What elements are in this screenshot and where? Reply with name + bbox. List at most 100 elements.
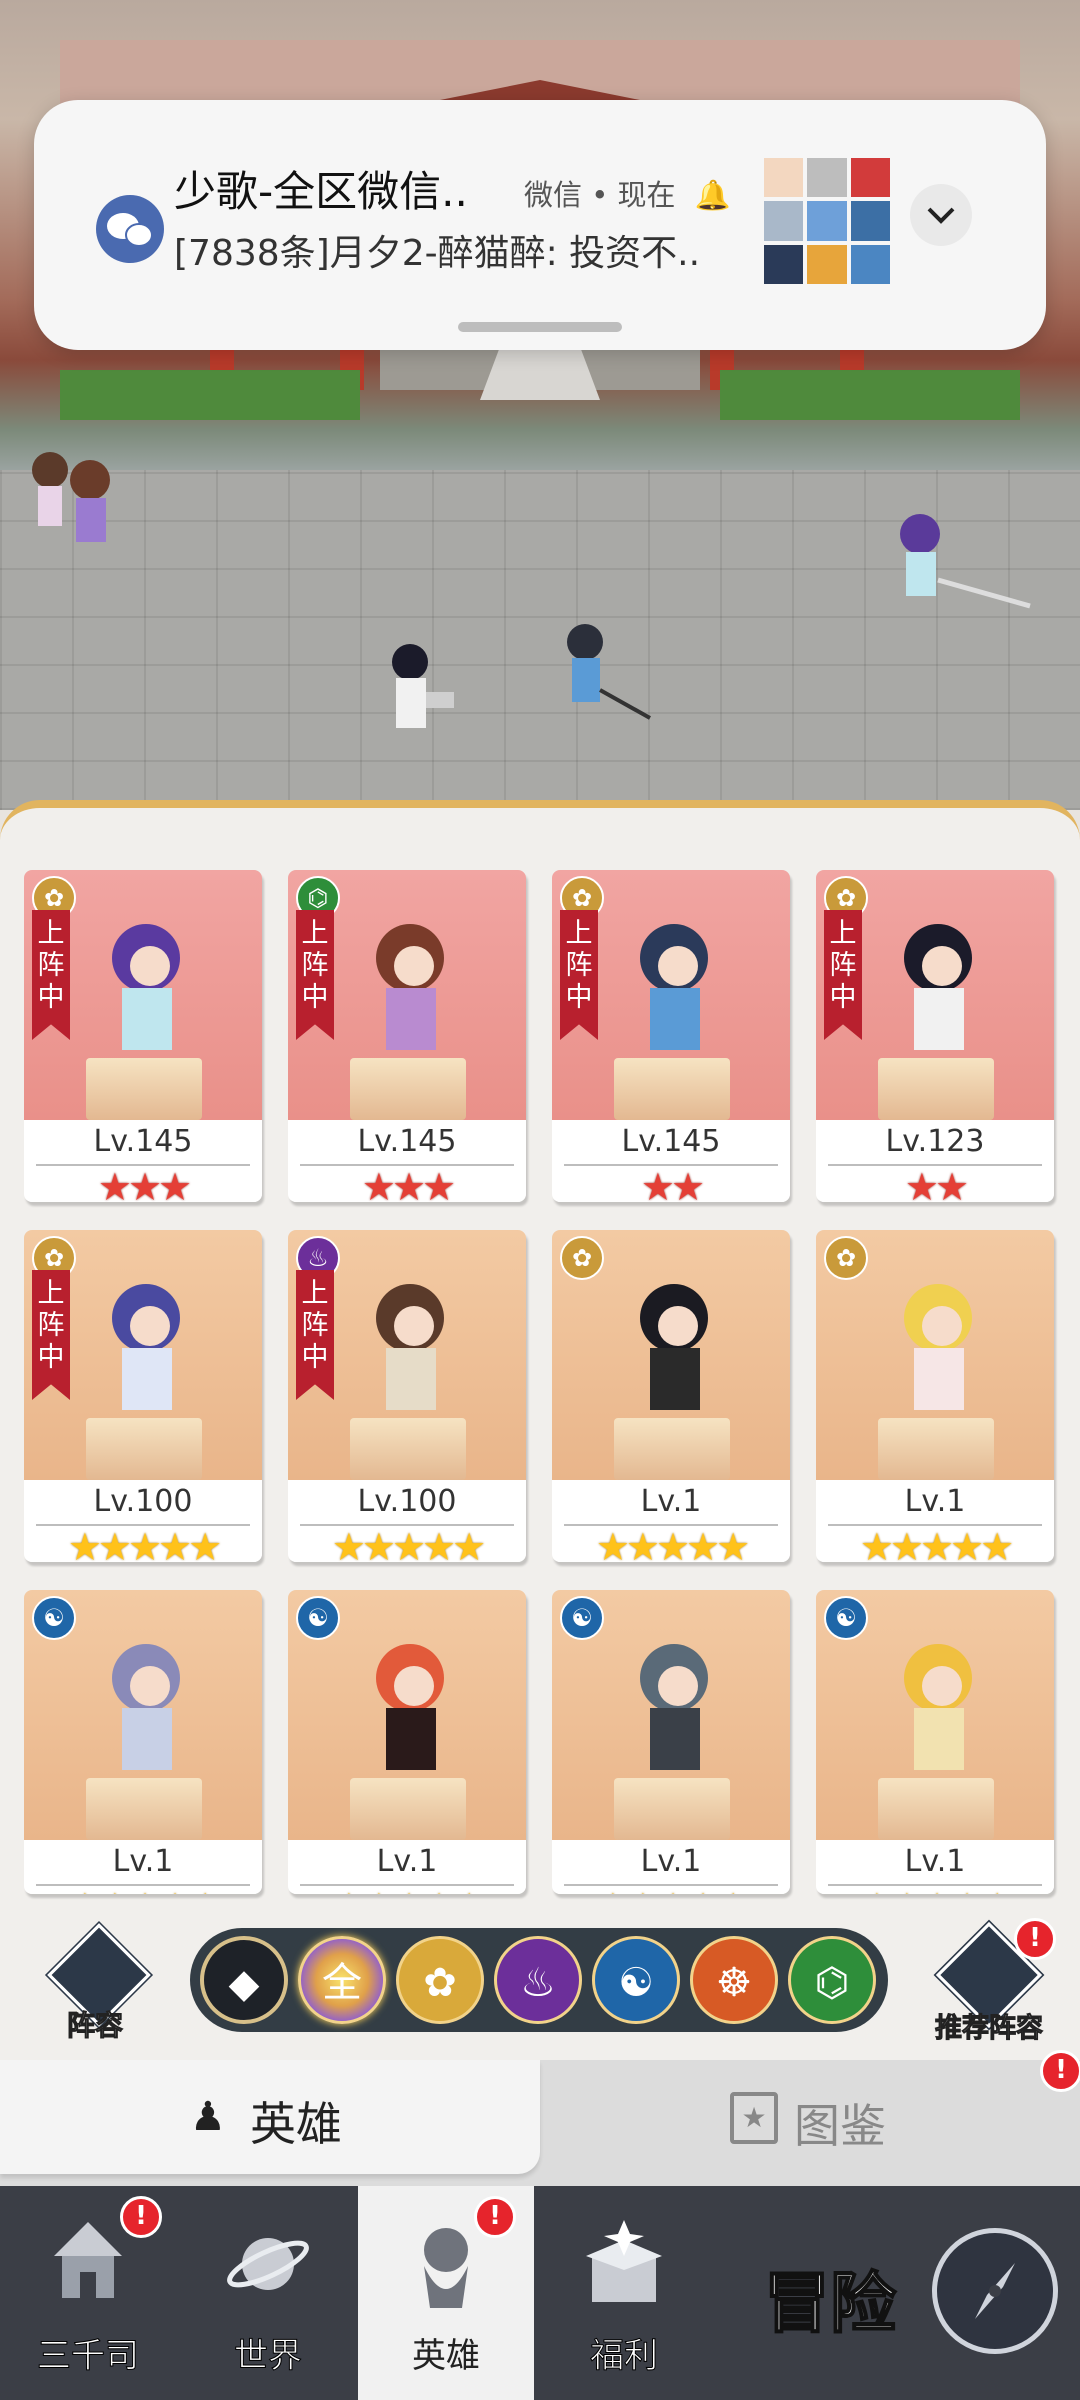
tank-filter-icon[interactable]: ◆	[200, 1936, 288, 2024]
recommend-lineup-label: 推荐阵容	[935, 2013, 1044, 2045]
planet-icon	[227, 2238, 309, 2290]
hero-card[interactable]: ☯ Lv.1 ★★★★★	[816, 1590, 1054, 1894]
hero-card[interactable]: ✿ 上 阵 中 Lv.145 ★★	[552, 870, 790, 1202]
star-rating-icon: ★★★★★	[331, 1525, 486, 1562]
hero-level: Lv.1	[904, 1484, 966, 1519]
tab-codex[interactable]: ★ 图鉴 !	[540, 2050, 1080, 2174]
hero-card-portrait-area: ☯	[816, 1590, 1054, 1840]
star-rating-icon: ★★	[640, 1165, 705, 1202]
hero-card[interactable]: ✿ 上 阵 中 Lv.123 ★★	[816, 870, 1054, 1202]
hero-sprite-left-group	[32, 452, 110, 542]
hero-card-portrait-area: ☯	[24, 1590, 262, 1840]
lotus-faction-icon: ✿	[824, 1236, 868, 1280]
hero-level: Lv.100	[357, 1484, 457, 1519]
wechat-icon	[96, 195, 164, 263]
star-rating-icon: ★★★★★	[288, 1888, 526, 1894]
tab-codex-label: 图鉴	[794, 2099, 886, 2153]
hero-silhouette-icon	[424, 2228, 468, 2308]
hero-card[interactable]: ☯ Lv.1 ★★★★★	[24, 1590, 262, 1894]
helix-filter-icon[interactable]: ⌬	[788, 1936, 876, 2024]
hero-card-portrait-area: ✿ 上 阵 中	[816, 870, 1054, 1120]
star-rating-icon: ★★	[904, 1165, 969, 1202]
meditation-filter-icon[interactable]: ☸	[690, 1936, 778, 2024]
star-rating-icon: ★★★	[361, 1165, 456, 1202]
deployed-ribbon: 上 阵 中	[32, 1270, 70, 1400]
all-filter-icon[interactable]: 全	[298, 1936, 386, 2024]
nav-item-heroes[interactable]: ! 英雄	[358, 2186, 534, 2400]
hero-card-portrait-area: ♨ 上 阵 中	[288, 1230, 526, 1480]
deployed-ribbon: 上 阵 中	[296, 1270, 334, 1400]
lineup-button[interactable]: 阵容	[40, 1923, 151, 2046]
notification-handle[interactable]	[458, 322, 622, 332]
lotus-filter-icon[interactable]: ✿	[396, 1936, 484, 2024]
notification-source-time: 微信 • 现在	[524, 178, 676, 212]
hero-card[interactable]: ☯ Lv.1 ★★★★★	[288, 1590, 526, 1894]
adventure-button[interactable]: 冒险	[714, 2186, 1080, 2400]
hero-level: Lv.145	[621, 1124, 721, 1159]
nav-label: 世界	[234, 2336, 303, 2377]
hero-level: Lv.1	[640, 1484, 702, 1519]
compass-icon	[932, 2228, 1058, 2354]
deployed-ribbon: 上 阵 中	[824, 910, 862, 1040]
star-rating-icon: ★★★	[97, 1165, 192, 1202]
hero-level: Lv.1	[376, 1844, 438, 1879]
flame-filter-icon[interactable]: ♨	[494, 1936, 582, 2024]
hero-card-portrait-area: ✿	[816, 1230, 1054, 1480]
hero-panel: ✿ 上 阵 中 Lv.145 ★★★ ⌬ 上 阵 中 Lv.145 ★★★ ✿ 上 阵 中 Lv.1…	[0, 800, 1080, 1908]
hero-sprite-blue-swordsman	[567, 624, 651, 720]
hero-card-portrait-area: ✿ 上 阵 中	[552, 870, 790, 1120]
nav-label: 三千司	[37, 2336, 140, 2377]
gift-box-icon	[586, 2220, 662, 2302]
hero-card-portrait-area: ✿	[552, 1230, 790, 1480]
nav-item-welfare[interactable]: 福利	[536, 2186, 712, 2400]
star-rating-icon: ★★★★★	[552, 1888, 790, 1894]
tab-heroes[interactable]: ♟ 英雄	[0, 2060, 540, 2174]
recommend-lineup-button[interactable]: 推荐阵容 !	[924, 1918, 1056, 2050]
deployed-ribbon: 上 阵 中	[32, 910, 70, 1040]
nav-item-world[interactable]: 世界	[180, 2186, 356, 2400]
notification-banner[interactable]: 少歌-全区微信.. 微信 • 现在 🔔 [7838条]月夕2-醉猫醉: 投资不.…	[34, 100, 1046, 350]
pagoda-icon	[54, 2222, 122, 2298]
hero-card-portrait-area: ☯	[552, 1590, 790, 1840]
hero-card[interactable]: ✿ Lv.1 ★★★★★	[552, 1230, 790, 1562]
taiji-faction-icon: ☯	[32, 1596, 76, 1640]
codex-tab-icon: ★	[730, 2092, 778, 2144]
alert-badge-icon: !	[474, 2196, 516, 2238]
star-rating-icon: ★★★★★	[24, 1888, 262, 1894]
notification-body: [7838条]月夕2-醉猫醉: 投资不..	[174, 233, 701, 274]
nav-item-sanqiansi[interactable]: ! 三千司	[0, 2186, 176, 2400]
bell-icon: 🔔	[694, 178, 731, 212]
nav-label: 英雄	[412, 2336, 480, 2376]
star-rating-icon: ★★★★★	[595, 1525, 750, 1562]
star-rating-icon: ★★★★★	[816, 1888, 1054, 1894]
bottom-navigation: ! 三千司 世界 ! 英雄 福利 冒险	[0, 2186, 1080, 2400]
star-rating-icon: ★★★★★	[859, 1525, 1014, 1562]
hero-card[interactable]: ✿ 上 阵 中 Lv.100 ★★★★★	[24, 1230, 262, 1562]
hero-level: Lv.100	[93, 1484, 193, 1519]
hero-card[interactable]: ✿ Lv.1 ★★★★★	[816, 1230, 1054, 1562]
hero-tab-icon: ♟	[190, 2094, 226, 2140]
tab-heroes-label: 英雄	[250, 2097, 342, 2151]
lotus-faction-icon: ✿	[560, 1236, 604, 1280]
hero-card-portrait-area: ✿ 上 阵 中	[24, 870, 262, 1120]
filter-toolbar: 阵容 推荐阵容 ! ◆ 全 ✿ ♨ ☯ ☸ ⌬	[0, 1900, 1080, 2060]
star-rating-icon: ★★★★★	[67, 1525, 222, 1562]
hero-level: Lv.1	[640, 1844, 702, 1879]
taiji-filter-icon[interactable]: ☯	[592, 1936, 680, 2024]
alert-badge-icon: !	[120, 2196, 162, 2238]
hero-level: Lv.145	[357, 1124, 457, 1159]
hero-tabs: ♟ 英雄 ★ 图鉴 !	[0, 2050, 1080, 2186]
alert-badge-icon: !	[1014, 1918, 1056, 1960]
taiji-faction-icon: ☯	[824, 1596, 868, 1640]
hero-card[interactable]: ⌬ 上 阵 中 Lv.145 ★★★	[288, 870, 526, 1202]
hero-card-portrait-area: ☯	[288, 1590, 526, 1840]
alert-badge-icon: !	[1040, 2050, 1080, 2092]
notification-meta: 微信 • 现在 🔔	[524, 172, 731, 214]
hero-card-portrait-area: ⌬ 上 阵 中	[288, 870, 526, 1120]
hero-card[interactable]: ✿ 上 阵 中 Lv.145 ★★★	[24, 870, 262, 1202]
hero-card[interactable]: ♨ 上 阵 中 Lv.100 ★★★★★	[288, 1230, 526, 1562]
deployed-ribbon: 上 阵 中	[560, 910, 598, 1040]
taiji-faction-icon: ☯	[560, 1596, 604, 1640]
chevron-down-icon[interactable]	[910, 184, 972, 246]
hero-card[interactable]: ☯ Lv.1 ★★★★★	[552, 1590, 790, 1894]
